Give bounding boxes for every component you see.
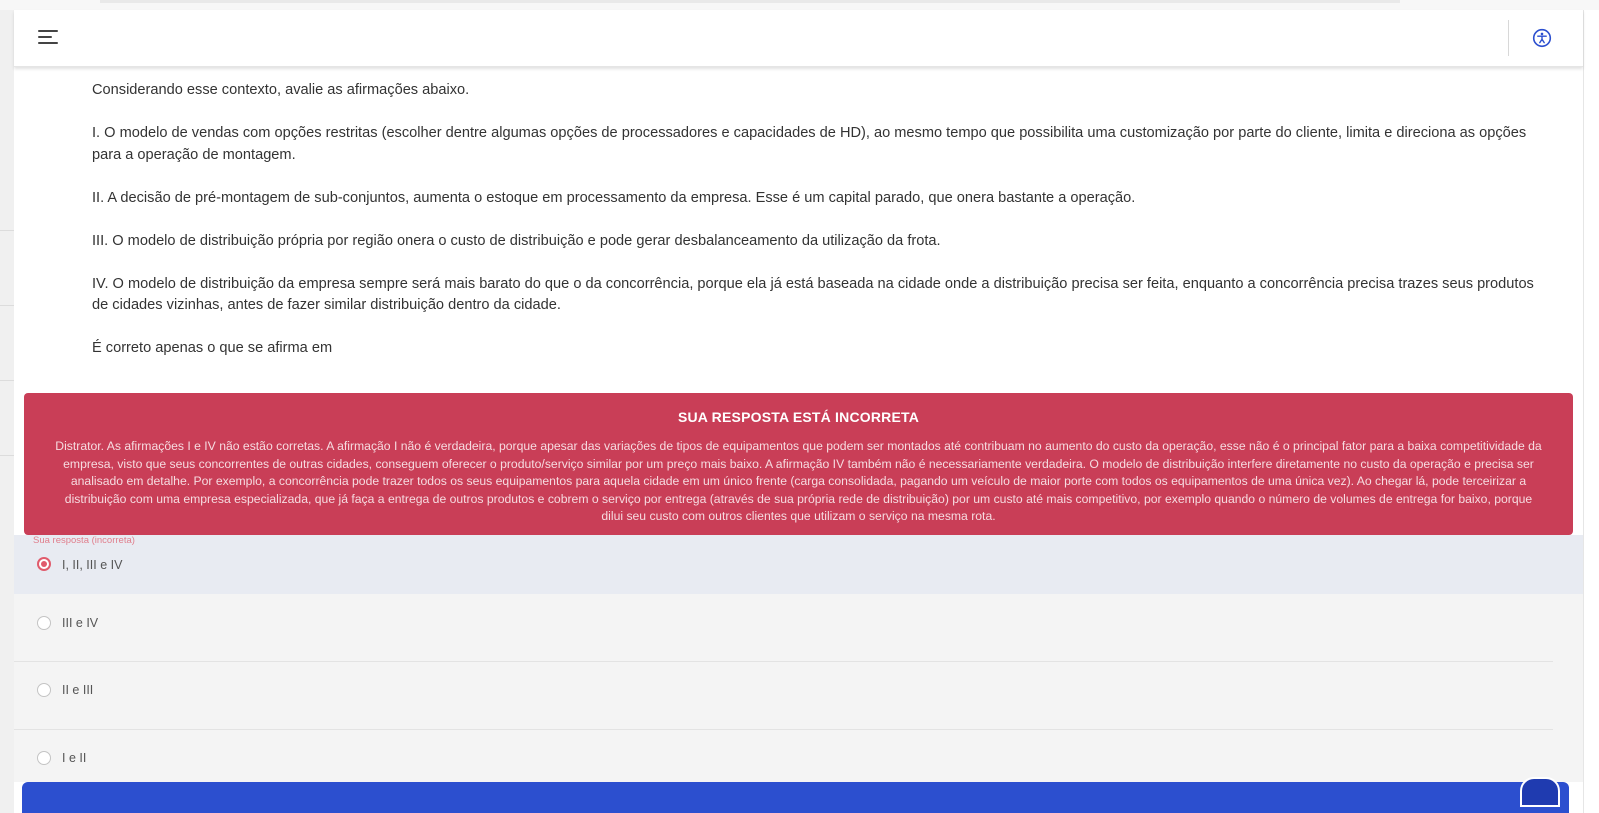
radio-icon[interactable] [37,616,51,630]
question-panel: Considerando esse contexto, avalie as af… [14,10,1583,813]
feedback-title: SUA RESPOSTA ESTÁ INCORRETA [677,409,920,425]
answer-option[interactable]: II e III [14,662,1583,729]
statement-item-ii: II. A decisão de pré-montagem de sub-con… [92,189,1136,206]
header-divider [1508,20,1509,56]
radio-icon[interactable] [37,751,51,765]
statement-item-iv: IV. O modelo de distribuição da empresa … [92,275,1534,314]
question-prompt: É correto apenas o que se afirma em [92,340,333,356]
incorrect-answer-feedback: SUA RESPOSTA ESTÁ INCORRETA Distrator. A… [24,393,1573,535]
gutter-divider [0,230,14,231]
bottom-action-bar[interactable] [22,782,1569,813]
floating-action-button[interactable] [1520,777,1560,807]
radio-selected-icon[interactable] [37,557,51,571]
accessibility-icon[interactable] [1532,28,1552,48]
answer-option-label: I, II, III e IV [62,558,123,572]
answer-option-selected[interactable]: Sua resposta (incorreta) I, II, III e IV [14,535,1583,594]
left-gutter [0,10,15,813]
right-scroll-gutter[interactable] [1583,10,1599,813]
answer-option-label: II e III [62,683,94,697]
answer-options-list: III e IV II e III I e II [14,594,1583,782]
top-header [14,10,1583,67]
answer-option-label: III e IV [62,616,99,630]
statement-item-iii: III. O modelo de distribuição própria po… [92,232,941,249]
gutter-divider [0,305,14,306]
answer-option[interactable]: III e IV [14,594,1583,661]
gutter-divider [0,380,14,381]
gutter-divider [0,455,14,456]
statement-item-i: I. O modelo de vendas com opções restrit… [92,125,1527,163]
feedback-explanation: Distrator. As afirmações I e IV não estã… [55,439,1542,524]
radio-icon[interactable] [37,683,51,697]
your-answer-label: Sua resposta (incorreta) [33,535,135,546]
statement-intro: Considerando esse contexto, avalie as af… [92,82,470,98]
answer-option-label: I e II [62,751,87,765]
question-statement: Considerando esse contexto, avalie as af… [92,80,1537,381]
top-progress-track [100,0,1400,3]
hamburger-menu-icon[interactable] [38,28,60,48]
answer-option[interactable]: I e II [14,730,1583,782]
